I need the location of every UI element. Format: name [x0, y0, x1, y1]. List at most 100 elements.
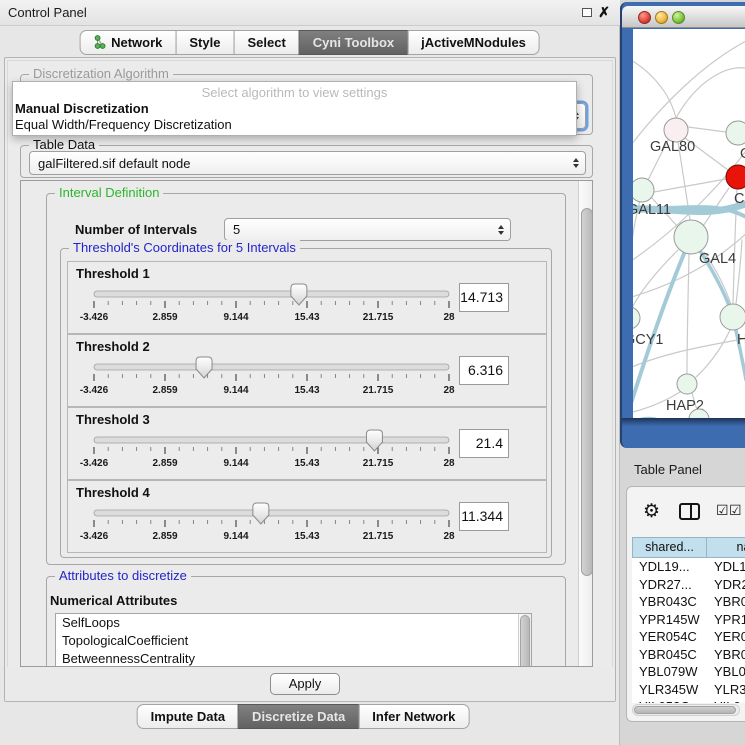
table-row[interactable]: YPR145WYPR1 — [632, 611, 745, 629]
close-traffic-light-icon[interactable] — [638, 11, 651, 24]
threshold-panel: Threshold 3-3.4262.8599.14415.4321.71528… — [67, 407, 547, 480]
threshold-value-field[interactable]: 6.316 — [459, 356, 509, 385]
node-label: C — [734, 191, 744, 207]
node-label: GAL4 — [699, 251, 736, 267]
svg-text:2.859: 2.859 — [152, 385, 177, 396]
group-label: Discretization Algorithm — [29, 66, 173, 81]
tab-cyni-toolbox[interactable]: Cyni Toolbox — [299, 30, 408, 55]
table-row[interactable]: YER054CYER0 — [632, 628, 745, 646]
node-label: H — [737, 332, 745, 348]
numerical-attributes-label: Numerical Attributes — [50, 593, 177, 608]
threshold-slider[interactable]: -3.4262.8599.14415.4321.71528 — [84, 424, 464, 470]
tab-infer-network[interactable]: Infer Network — [358, 704, 469, 729]
table-data-combo[interactable]: galFiltered.sif default node — [29, 151, 586, 175]
dropdown-item[interactable]: Equal Width/Frequency Discretization — [13, 117, 576, 133]
network-node[interactable] — [633, 178, 654, 202]
svg-text:15.43: 15.43 — [294, 385, 319, 396]
threshold-panel: Threshold 4-3.4262.8599.14415.4321.71528… — [67, 480, 547, 553]
attribute-list-item[interactable]: SelfLoops — [56, 614, 531, 632]
scrollbar-thumb[interactable] — [581, 208, 593, 576]
checkbox-icon[interactable]: ☑ — [716, 502, 729, 519]
combo-arrows-icon — [492, 225, 510, 235]
tab-network[interactable]: Network — [79, 30, 176, 55]
number-of-intervals-label: Number of Intervals — [75, 222, 197, 237]
zoom-traffic-light-icon[interactable] — [672, 11, 685, 24]
close-icon[interactable]: ✗ — [598, 4, 610, 21]
svg-text:9.144: 9.144 — [223, 385, 248, 396]
table-data-group: Table Data galFiltered.sif default node — [20, 145, 593, 178]
slider-thumb[interactable] — [253, 503, 269, 524]
slider-thumb[interactable] — [291, 284, 307, 305]
svg-text:9.144: 9.144 — [223, 312, 248, 323]
threshold-coordinates-group: Threshold's Coordinates for 5 Intervals … — [60, 248, 552, 558]
apply-button[interactable]: Apply — [270, 673, 340, 695]
network-node[interactable] — [726, 165, 745, 189]
gear-icon[interactable]: ⚙ — [643, 500, 660, 523]
threshold-panel: Threshold 2-3.4262.8599.14415.4321.71528… — [67, 334, 547, 407]
svg-text:15.43: 15.43 — [294, 531, 319, 542]
tab-impute-data[interactable]: Impute Data — [137, 704, 239, 729]
table-row[interactable]: YDL19...YDL1 — [632, 558, 745, 576]
table-row[interactable]: YDR27...YDR2 — [632, 576, 745, 594]
threshold-value-field[interactable]: 11.344 — [459, 502, 509, 531]
svg-text:2.859: 2.859 — [152, 312, 177, 323]
attribute-list-item[interactable]: TopologicalCoefficient — [56, 632, 531, 650]
slider-thumb[interactable] — [366, 430, 382, 451]
threshold-value-field[interactable]: 21.4 — [459, 429, 509, 458]
table-row[interactable]: YBR045CYBR0 — [632, 646, 745, 664]
svg-text:15.43: 15.43 — [294, 458, 319, 469]
tab-select[interactable]: Select — [233, 30, 299, 55]
split-panel-icon[interactable] — [679, 503, 700, 520]
table-horizontal-scrollbar[interactable] — [632, 704, 740, 716]
table-row[interactable]: YBL079WYBL0 — [632, 663, 745, 681]
network-canvas[interactable]: GAL80GACGAL11GAL4GCY1HHAP2 — [633, 29, 745, 418]
svg-text:28: 28 — [443, 531, 455, 542]
float-window-icon[interactable] — [582, 8, 592, 17]
slider-thumb[interactable] — [196, 357, 212, 378]
threshold-slider[interactable]: -3.4262.8599.14415.4321.71528 — [84, 497, 464, 543]
table-row[interactable]: YBR043CYBR0 — [632, 593, 745, 611]
svg-text:-3.426: -3.426 — [80, 458, 109, 469]
scrollbar-thumb[interactable] — [634, 706, 736, 714]
combo-arrows-icon — [567, 158, 585, 168]
network-node[interactable] — [633, 307, 640, 329]
panel-title: Control Panel — [8, 5, 87, 20]
panel-scrollbar[interactable] — [578, 181, 593, 667]
scrollbar-thumb[interactable] — [520, 615, 530, 667]
tab-jactivemnodules[interactable]: jActiveMNodules — [407, 30, 540, 55]
algorithm-dropdown-popup: Select algorithm to view settings Manual… — [12, 81, 577, 136]
dropdown-item[interactable]: Manual Discretization — [13, 101, 576, 117]
dropdown-placeholder-item[interactable]: Select algorithm to view settings — [13, 82, 576, 101]
tab-discretize-data[interactable]: Discretize Data — [238, 704, 359, 729]
table-column-header[interactable]: shared... — [632, 537, 707, 558]
network-node[interactable] — [726, 121, 745, 145]
node-label: GCY1 — [633, 332, 664, 348]
tab-style[interactable]: Style — [175, 30, 234, 55]
table-row[interactable]: YIL052CYIL0 — [632, 698, 745, 703]
table-column-header[interactable]: na — [706, 537, 745, 558]
node-label: GA — [740, 146, 745, 162]
threshold-slider[interactable]: -3.4262.8599.14415.4321.71528 — [84, 278, 464, 324]
top-tab-bar: NetworkStyleSelectCyni ToolboxjActiveMNo… — [79, 30, 540, 55]
attribute-list-item[interactable]: BetweennessCentrality — [56, 650, 531, 667]
control-panel-titlebar: Control Panel ✗ — [0, 0, 620, 26]
threshold-panel: Threshold 1-3.4262.8599.14415.4321.71528… — [67, 261, 547, 334]
network-node[interactable] — [720, 304, 745, 330]
svg-text:-3.426: -3.426 — [80, 312, 109, 323]
checkbox-icon[interactable]: ☑ — [729, 502, 742, 519]
svg-text:28: 28 — [443, 458, 455, 469]
threshold-value-field[interactable]: 14.713 — [459, 283, 509, 312]
network-node[interactable] — [677, 374, 697, 394]
minimize-traffic-light-icon[interactable] — [655, 11, 668, 24]
table-row[interactable]: YLR345WYLR3 — [632, 681, 745, 699]
table-panel-toolbar: ⚙ ☑ ☑ — [626, 498, 745, 532]
list-scrollbar[interactable] — [518, 614, 531, 667]
svg-text:21.715: 21.715 — [363, 458, 394, 469]
network-window-titlebar[interactable] — [622, 6, 745, 28]
number-of-intervals-combo[interactable]: 5 — [224, 218, 511, 241]
numerical-attributes-list[interactable]: SelfLoopsTopologicalCoefficientBetweenne… — [55, 613, 532, 667]
svg-text:9.144: 9.144 — [223, 531, 248, 542]
threshold-slider[interactable]: -3.4262.8599.14415.4321.71528 — [84, 351, 464, 397]
node-attribute-table[interactable]: shared...naYDL19...YDL1YDR27...YDR2YBR04… — [632, 537, 745, 703]
network-node[interactable] — [674, 220, 708, 254]
